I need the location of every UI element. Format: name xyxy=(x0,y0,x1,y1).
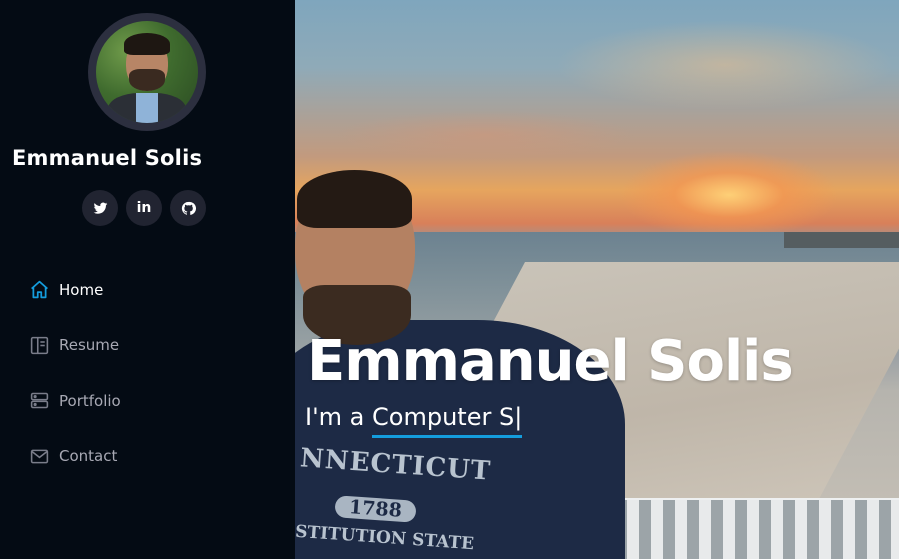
envelope-icon xyxy=(28,445,50,467)
nav-item-resume[interactable]: Resume xyxy=(28,318,121,374)
hero-section: NNECTICUT 1788 STITUTION STATE Emmanuel … xyxy=(295,0,899,559)
github-icon xyxy=(181,201,196,215)
sidebar: Emmanuel Solis in Home Resume Portfolio … xyxy=(0,0,295,559)
file-icon xyxy=(28,334,50,356)
hero-subtitle-prefix: I'm a xyxy=(305,403,373,431)
profile-name[interactable]: Emmanuel Solis xyxy=(12,146,282,170)
linkedin-link[interactable]: in xyxy=(126,190,162,226)
typed-text: Computer S| xyxy=(372,403,523,438)
hero-subtitle: I'm a Computer S| xyxy=(305,403,523,438)
nav-label-contact: Contact xyxy=(59,447,118,466)
home-icon xyxy=(28,279,50,301)
nav-label-home: Home xyxy=(59,280,104,299)
avatar xyxy=(96,21,198,123)
hero-title: Emmanuel Solis xyxy=(307,329,794,394)
social-links: in xyxy=(82,190,206,226)
profile-avatar-frame xyxy=(88,13,206,131)
server-icon xyxy=(28,390,50,412)
nav-label-portfolio: Portfolio xyxy=(59,391,121,410)
nav-item-contact[interactable]: Contact xyxy=(28,429,121,485)
pier xyxy=(784,232,899,248)
twitter-icon xyxy=(93,202,107,214)
nav-item-home[interactable]: Home xyxy=(28,262,121,318)
sunset-glow xyxy=(619,150,839,240)
github-link[interactable] xyxy=(170,190,206,226)
linkedin-icon: in xyxy=(136,200,152,216)
sidebar-nav: Home Resume Portfolio Contact xyxy=(28,262,121,484)
nav-label-resume: Resume xyxy=(59,336,120,355)
nav-item-portfolio[interactable]: Portfolio xyxy=(28,373,121,429)
twitter-link[interactable] xyxy=(82,190,118,226)
